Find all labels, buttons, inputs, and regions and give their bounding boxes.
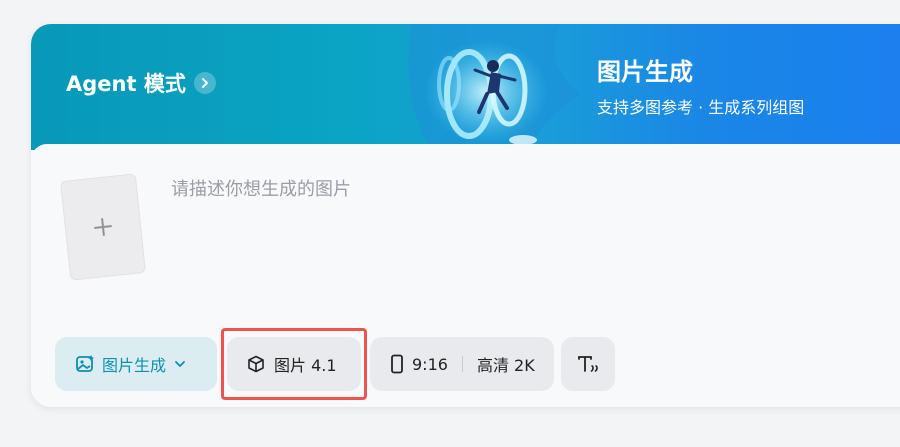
banner-title: 图片生成 xyxy=(597,58,693,86)
ratio-quality-button[interactable]: 9:16 高清 2K xyxy=(370,337,554,391)
toolbar: 图片生成 图片 4.1 9:16 高清 2K xyxy=(55,328,615,400)
chevron-right-icon xyxy=(193,72,216,94)
chevron-down-icon xyxy=(175,361,185,367)
agent-mode-link[interactable]: Agent 模式 xyxy=(66,68,216,98)
model-selector-button[interactable]: 图片 4.1 xyxy=(227,337,361,391)
banner: Agent 模式 图片生成 支持多图参考 · 生成系列组图 xyxy=(31,24,900,150)
banner-subtitle: 支持多图参考 · 生成系列组图 xyxy=(597,98,805,117)
agent-mode-label: Agent 模式 xyxy=(66,72,186,96)
plus-icon xyxy=(94,218,112,236)
prompt-input[interactable]: 请描述你想生成的图片 xyxy=(171,175,351,201)
text-format-button[interactable] xyxy=(561,337,615,391)
model-label: 图片 4.1 xyxy=(274,356,337,375)
image-icon xyxy=(76,355,94,372)
mode-label: 图片生成 xyxy=(102,356,167,375)
divider xyxy=(461,356,463,372)
composer: 请描述你想生成的图片 图片生成 图片 4.1 9:16 高清 2K xyxy=(31,144,900,407)
ratio-label: 9:16 xyxy=(412,354,448,374)
hero-illustration xyxy=(408,24,581,150)
mode-selector-button[interactable]: 图片生成 xyxy=(55,337,217,391)
cube-icon xyxy=(248,355,264,373)
text-format-icon xyxy=(578,356,598,372)
generator-card: Agent 模式 图片生成 支持多图参考 · 生成系列组图 请描述你想生成的图片… xyxy=(31,24,900,407)
image-upload-button[interactable] xyxy=(59,173,147,281)
model-highlight-box: 图片 4.1 xyxy=(221,328,367,400)
quality-label: 高清 2K xyxy=(476,356,535,375)
phone-portrait-icon xyxy=(391,354,403,374)
